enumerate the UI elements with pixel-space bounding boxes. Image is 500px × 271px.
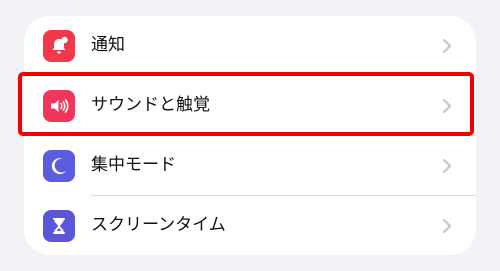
settings-row-label: サウンドと触覚 [91, 95, 210, 115]
settings-row-label: スクリーンタイム [91, 215, 226, 235]
speaker-wave-icon [43, 90, 75, 122]
settings-row-notifications[interactable]: 通知 [24, 16, 476, 75]
settings-row-label: 通知 [91, 35, 125, 55]
moon-icon [43, 150, 75, 182]
settings-row-label: 集中モード [91, 155, 176, 175]
settings-group: 通知 サウンドと触覚 集中モード スクリーンタイム [24, 16, 476, 255]
settings-row-sounds-haptics[interactable]: サウンドと触覚 [24, 76, 476, 135]
chevron-right-icon [443, 159, 451, 173]
chevron-right-icon [443, 39, 451, 53]
settings-page: 通知 サウンドと触覚 集中モード スクリーンタイム [0, 0, 500, 271]
chevron-right-icon [443, 99, 451, 113]
settings-row-focus[interactable]: 集中モード [24, 136, 476, 195]
hourglass-icon [43, 210, 75, 242]
settings-row-screen-time[interactable]: スクリーンタイム [24, 196, 476, 255]
bell-badge-icon [43, 30, 75, 62]
chevron-right-icon [443, 219, 451, 233]
